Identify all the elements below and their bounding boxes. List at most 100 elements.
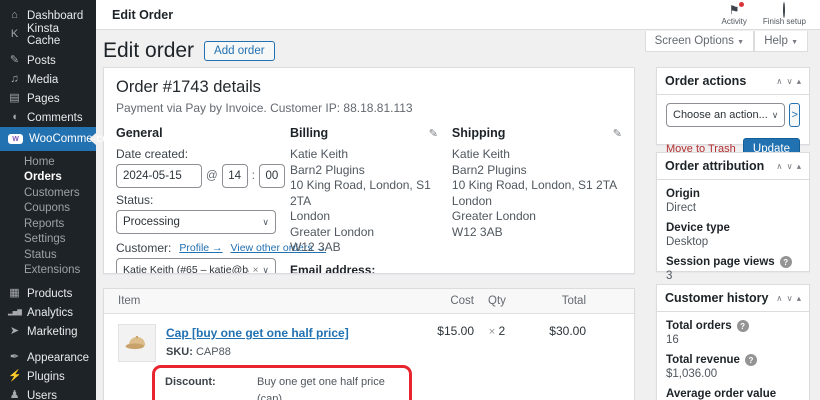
customer-label-row: Customer: Profile → View other orders → — [116, 241, 326, 255]
order-actions-header: Order actions ∧ ∨ ▴ — [657, 68, 809, 95]
sidebar-item-label: Pages — [27, 92, 60, 105]
admin-topbar: Edit Order ⚑ Activity Finish setup — [96, 0, 820, 30]
sidebar-separator — [0, 341, 96, 348]
sidebar-item-pages[interactable]: ▤ Pages — [0, 89, 96, 108]
action-select[interactable]: Choose an action... ∨ — [666, 103, 786, 127]
session-page-views-label: Session page views — [666, 256, 775, 268]
item-total: $30.00 — [549, 324, 586, 338]
screen-options-button[interactable]: Screen Options ▼ — [644, 31, 754, 52]
submenu-item-status[interactable]: Status — [0, 247, 96, 263]
sidebar-item-label: Media — [27, 73, 59, 86]
colon-separator: : — [251, 170, 255, 182]
sidebar-item-posts[interactable]: ✎ Posts — [0, 51, 96, 70]
submenu-item-home[interactable]: Home — [0, 154, 96, 170]
order-attribution-header: Order attribution ∧ ∨ ▴ — [657, 153, 809, 180]
active-menu-arrow — [89, 133, 96, 145]
discount-row: Discount: Buy one get one half price (ca… — [165, 374, 399, 400]
clear-selection-icon[interactable]: × — [253, 265, 259, 274]
kinsta-icon: K — [10, 28, 19, 40]
move-down-icon[interactable]: ∨ — [786, 293, 792, 304]
sidebar-item-label: Plugins — [27, 370, 65, 383]
hour-input[interactable] — [221, 164, 248, 188]
sidebar-item-media[interactable]: ♫ Media — [0, 70, 96, 89]
sidebar-item-appearance[interactable]: ✒ Appearance — [0, 348, 96, 367]
sidebar-item-users[interactable]: ♟ Users — [0, 386, 96, 400]
total-column-header: Total — [561, 295, 586, 307]
customer-select[interactable]: Katie Keith (#65 – katie@barn2.com) × ∨ — [116, 258, 276, 274]
shipping-heading: Shipping — [451, 126, 506, 140]
move-down-icon[interactable]: ∨ — [786, 76, 792, 87]
origin-label: Origin — [666, 188, 700, 200]
edit-shipping-icon[interactable]: ✎ — [613, 127, 622, 140]
customer-history-panel: Customer history ∧ ∨ ▴ Total orders? 16 … — [656, 284, 810, 400]
sidebar-item-marketing[interactable]: ➤ Marketing — [0, 322, 96, 341]
sidebar-item-plugins[interactable]: ⚡ Plugins — [0, 367, 96, 386]
toggle-panel-icon[interactable]: ▴ — [797, 293, 801, 304]
submenu-item-coupons[interactable]: Coupons — [0, 201, 96, 217]
finish-setup-button[interactable]: Finish setup — [763, 1, 806, 26]
session-page-views-value: 3 — [666, 270, 673, 282]
status-label: Status: — [116, 193, 154, 207]
submenu-item-orders[interactable]: Orders — [0, 170, 96, 186]
product-link[interactable]: Cap [buy one get one half price] — [166, 326, 349, 340]
toggle-panel-icon[interactable]: ▴ — [797, 76, 801, 87]
origin-value: Direct — [666, 202, 697, 214]
dashboard-icon: ⌂ — [11, 9, 18, 21]
order-attribution-title: Order attribution — [665, 159, 765, 173]
topbar-tools: ⚑ Activity Finish setup — [721, 1, 820, 26]
help-icon[interactable]: ? — [779, 256, 792, 268]
minute-input[interactable] — [258, 164, 285, 188]
sidebar-item-products[interactable]: ▦ Products — [0, 284, 96, 303]
total-revenue-value: $1,036.00 — [666, 368, 718, 380]
order-attribution-body: Origin Direct Device type Desktop Sessio… — [657, 180, 809, 298]
discount-value: Buy one get one half price (cap) — [257, 376, 385, 400]
submenu-item-customers[interactable]: Customers — [0, 185, 96, 201]
activity-button[interactable]: ⚑ Activity — [721, 1, 747, 26]
panel-controls: ∧ ∨ ▴ — [776, 161, 801, 172]
profile-link[interactable]: Profile → — [179, 242, 222, 254]
date-input[interactable] — [116, 164, 202, 188]
general-heading: General — [116, 126, 163, 140]
woocommerce-icon: W — [8, 134, 23, 144]
toggle-panel-icon[interactable]: ▴ — [797, 161, 801, 172]
customer-history-title: Customer history — [665, 291, 769, 305]
submenu-item-settings[interactable]: Settings — [0, 232, 96, 248]
sidebar-item-analytics[interactable]: ▂▅▇ Analytics — [0, 303, 96, 322]
sidebar-item-label: Analytics — [27, 306, 74, 319]
apply-action-button[interactable]: > — [789, 103, 800, 127]
move-up-icon[interactable]: ∧ — [776, 293, 782, 304]
topbar-title: Edit Order — [112, 7, 174, 22]
status-select[interactable]: Processing ∨ — [116, 210, 276, 234]
help-icon[interactable]: ? — [736, 320, 749, 332]
activity-flag-icon: ⚑ — [729, 1, 744, 16]
sidebar-item-comments[interactable]: ◖ Comments — [0, 108, 96, 127]
shipping-postcode: W12 3AB — [451, 224, 503, 239]
sidebar-item-label: Dashboard — [27, 9, 84, 22]
help-icon[interactable]: ? — [744, 354, 757, 366]
submenu-item-reports[interactable]: Reports — [0, 216, 96, 232]
edit-billing-icon[interactable]: ✎ — [429, 127, 438, 140]
sidebar-item-woocommerce[interactable]: W WooCommerce — [0, 127, 109, 151]
email-address-label: Email address: — [290, 262, 376, 274]
sidebar-item-label: Marketing — [27, 325, 78, 338]
submenu-item-extensions[interactable]: Extensions — [0, 263, 96, 279]
activity-label: Activity — [721, 16, 747, 26]
move-up-icon[interactable]: ∧ — [776, 76, 782, 87]
total-orders-value: 16 — [666, 334, 679, 346]
items-table-header: Item Cost Qty Total — [104, 289, 634, 314]
move-down-icon[interactable]: ∨ — [786, 161, 792, 172]
sidebar-item-kinsta-cache[interactable]: K Kinsta Cache — [0, 23, 96, 47]
product-thumbnail — [118, 324, 156, 362]
add-order-button[interactable]: Add order — [204, 41, 275, 61]
sku-line: SKU: CAP88 — [166, 346, 231, 358]
page-title: Edit order — [103, 39, 195, 62]
users-icon: ♟ — [9, 389, 20, 400]
general-column: General Date created: @ : Status: Proces… — [116, 126, 326, 274]
sidebar-item-label: WooCommerce — [29, 133, 109, 145]
shipping-column: Shipping ✎ Katie Keith Barn2 Plugins 10 … — [451, 126, 622, 273]
sidebar-item-label: Products — [27, 287, 73, 300]
panel-controls: ∧ ∨ ▴ — [776, 293, 801, 304]
move-up-icon[interactable]: ∧ — [776, 161, 782, 172]
average-order-value-field: Average order value $64.75 — [666, 388, 800, 400]
help-button[interactable]: Help ▼ — [754, 31, 808, 52]
